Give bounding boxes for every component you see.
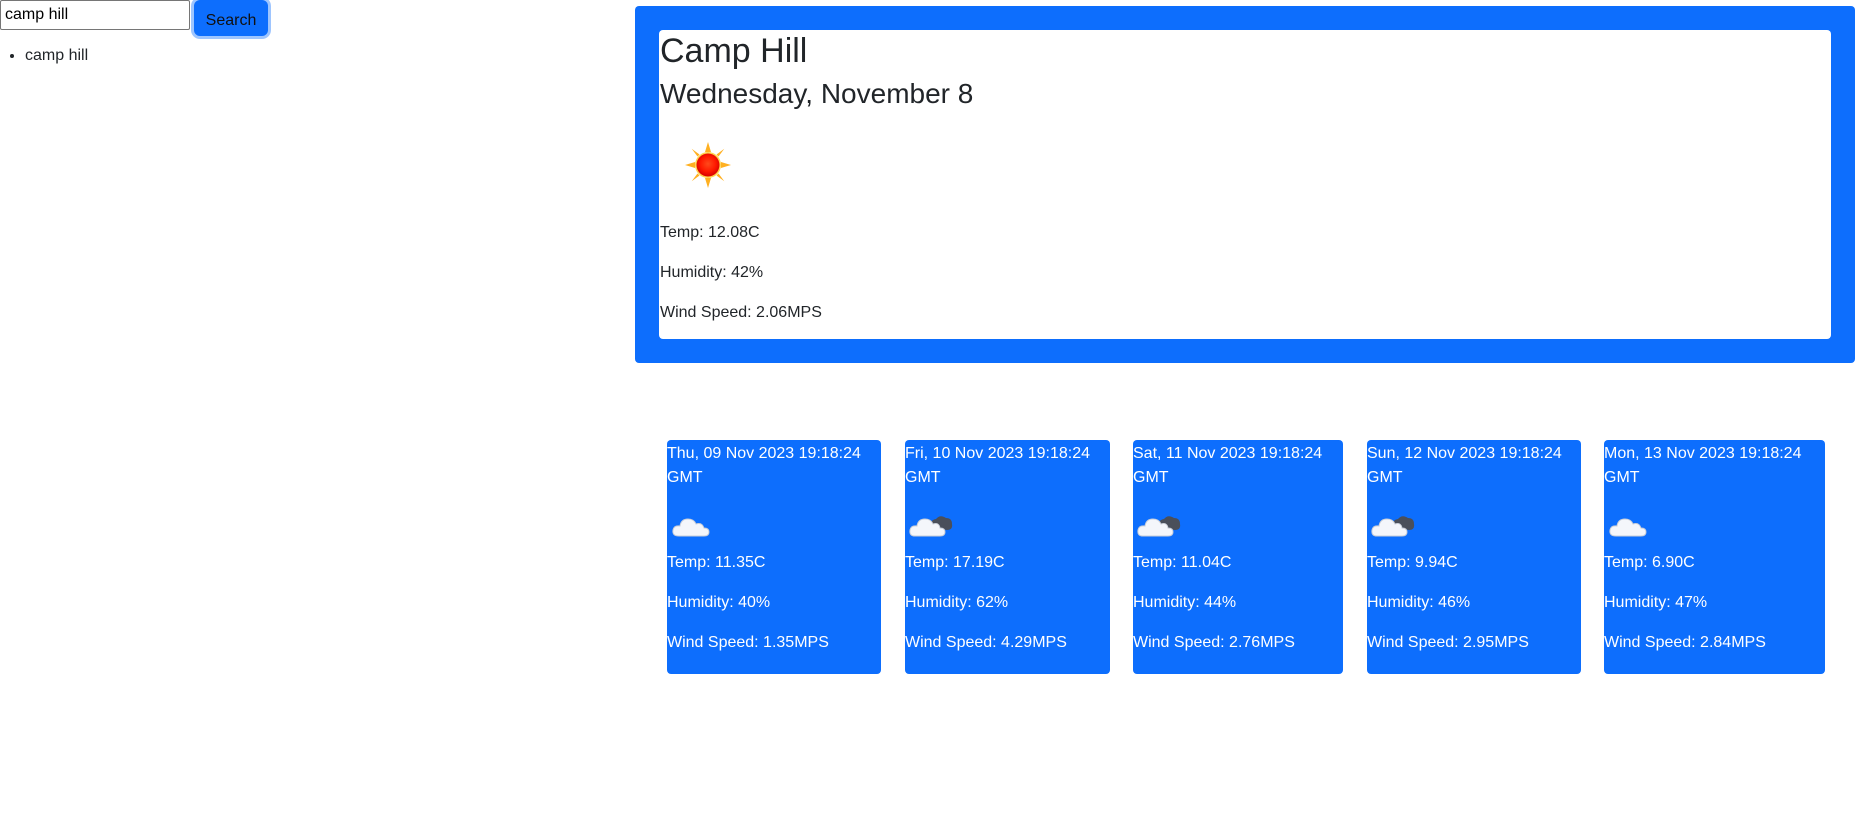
forecast-date: Sat, 11 Nov 2023 19:18:24 GMT [1133,445,1323,486]
forecast-temp: Temp: 17.19C [905,554,1005,571]
forecast-temp: Temp: 11.35C [667,554,766,571]
forecast-date: Thu, 09 Nov 2023 19:18:24 GMT [667,445,861,486]
forecast-card: Fri, 10 Nov 2023 19:18:24 GMT Temp: 17.1… [905,440,1110,674]
cloudy-icon [909,516,953,537]
forecast-card: Mon, 13 Nov 2023 19:18:24 GMT Temp: 6.90… [1604,440,1825,674]
search-history-list: camp hill [0,46,88,66]
forecast-card: Thu, 09 Nov 2023 19:18:24 GMT Temp: 11.3… [667,440,881,674]
forecast-wind-speed: Wind Speed: 2.95MPS [1367,634,1529,651]
current-temp: Temp: 12.08C [660,224,760,241]
city-name: Camp Hill [660,32,808,70]
search-button[interactable]: Search [194,0,268,36]
forecast-temp: Temp: 11.04C [1133,554,1232,571]
cloudy-icon [1137,516,1181,537]
forecast-wind-speed: Wind Speed: 2.76MPS [1133,634,1295,651]
cloud-icon [672,518,710,537]
forecast-card: Sun, 12 Nov 2023 19:18:24 GMT Temp: 9.94… [1367,440,1581,674]
forecast-humidity: Humidity: 62% [905,594,1009,611]
forecast-date: Mon, 13 Nov 2023 19:18:24 GMT [1604,445,1802,486]
sun-icon [685,142,731,188]
forecast-temp: Temp: 6.90C [1604,554,1695,571]
current-weather-card: Camp Hill Wednesday, November 8 Temp: 12… [659,30,1831,339]
forecast-card: Sat, 11 Nov 2023 19:18:24 GMT Temp: 11.0… [1133,440,1343,674]
forecast-wind-speed: Wind Speed: 4.29MPS [905,634,1067,651]
current-date: Wednesday, November 8 [660,78,974,109]
forecast-wind-speed: Wind Speed: 1.35MPS [667,634,829,651]
current-weather-panel: Camp Hill Wednesday, November 8 Temp: 12… [635,6,1855,363]
current-wind-speed: Wind Speed: 2.06MPS [660,304,822,321]
forecast-date: Fri, 10 Nov 2023 19:18:24 GMT [905,445,1091,486]
forecast-temp: Temp: 9.94C [1367,554,1458,571]
forecast-wind-speed: Wind Speed: 2.84MPS [1604,634,1766,651]
forecast-date: Sun, 12 Nov 2023 19:18:24 GMT [1367,445,1562,486]
forecast-humidity: Humidity: 46% [1367,594,1471,611]
search-history-item[interactable]: camp hill [25,46,88,66]
forecast-humidity: Humidity: 44% [1133,594,1237,611]
forecast-humidity: Humidity: 47% [1604,594,1708,611]
current-humidity: Humidity: 42% [660,264,764,281]
cloud-icon [1609,518,1647,537]
forecast-humidity: Humidity: 40% [667,594,771,611]
city-search-input[interactable] [0,0,190,30]
cloudy-icon [1371,516,1415,537]
